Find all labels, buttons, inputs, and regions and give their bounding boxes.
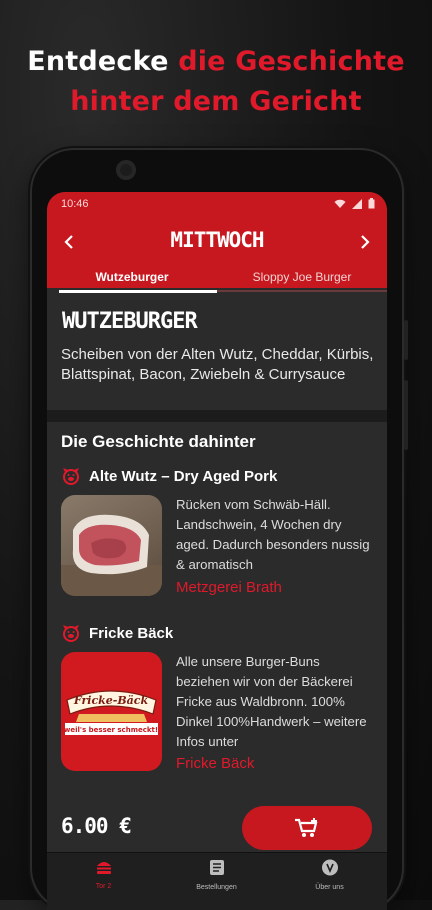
section-divider — [47, 410, 387, 422]
pork-image — [61, 495, 162, 596]
price-label: 6.00 € — [61, 814, 132, 838]
nav-bestellungen[interactable]: Bestellungen — [160, 859, 273, 891]
tab-sloppy-joe-burger[interactable]: Sloppy Joe Burger — [217, 270, 387, 284]
next-day-button[interactable] — [353, 230, 377, 254]
camera-icon — [116, 160, 136, 180]
promo-headline: Entdecke die Geschichte hinter dem Geric… — [0, 42, 432, 122]
story-item-1-link[interactable]: Metzgerei Brath — [176, 579, 282, 596]
story-item-2-title: Fricke Bäck — [89, 624, 174, 642]
app-header: 10:46 MITTWOCH Wutzeburger Sloppy Joe Bu… — [47, 192, 387, 296]
headline-part1: Entdecke — [27, 46, 179, 77]
day-title: MITTWOCH — [170, 228, 264, 252]
battery-icon — [368, 198, 375, 209]
story-item-2-text: Alle unsere Burger-Buns beziehen wir von… — [176, 654, 367, 749]
burger-description: Scheiben von der Alten Wutz, Cheddar, Kü… — [61, 346, 374, 383]
story-item-1-title: Alte Wutz – Dry Aged Pork — [89, 467, 278, 485]
tab-active-indicator — [59, 290, 217, 293]
nav-ueber-uns-label: Über uns — [315, 884, 344, 891]
story-item-2-header: Fricke Bäck — [61, 624, 173, 642]
svg-text:Fricke-Bäck: Fricke-Bäck — [73, 694, 149, 707]
status-bar: 10:46 — [47, 192, 387, 218]
headline-part2: die Geschichte — [178, 46, 405, 77]
pig-icon — [63, 468, 79, 485]
story-item-2-link[interactable]: Fricke Bäck — [176, 755, 254, 772]
story-item-1-text: Rücken vom Schwäb-Häll. Landschwein, 4 W… — [176, 497, 370, 572]
status-time: 10:46 — [61, 198, 89, 210]
fricke-baeck-logo: Fricke-Bäck weil's besser schmeckt! — [61, 652, 162, 771]
wifi-icon — [334, 199, 346, 208]
list-icon — [209, 860, 224, 875]
info-icon — [321, 859, 338, 876]
add-to-cart-button[interactable] — [242, 806, 372, 850]
nav-tor-2-label: Tor 2 — [95, 883, 112, 890]
burger-title: WUTZEBURGER — [62, 309, 198, 334]
headline-part3: hinter dem Gericht — [70, 86, 362, 117]
bottom-navigation: Tor 2 Bestellungen Über uns — [47, 852, 387, 910]
burger-icon — [96, 862, 111, 874]
svg-text:weil's besser schmeckt!: weil's besser schmeckt! — [64, 726, 158, 734]
signal-icon — [352, 198, 362, 209]
nav-tor-2[interactable]: Tor 2 — [47, 859, 160, 890]
story-section-title: Die Geschichte dahinter — [61, 432, 256, 451]
tab-wutzeburger[interactable]: Wutzeburger — [47, 270, 217, 284]
phone-volume-button — [404, 380, 408, 450]
story-item-1-header: Alte Wutz – Dry Aged Pork — [61, 467, 277, 485]
burger-tabs: Wutzeburger Sloppy Joe Burger — [47, 266, 387, 296]
title-bar: MITTWOCH — [47, 218, 387, 268]
app-screen: 10:46 MITTWOCH Wutzeburger Sloppy Joe Bu… — [47, 192, 387, 910]
pig-icon — [63, 625, 79, 642]
phone-frame: 10:46 MITTWOCH Wutzeburger Sloppy Joe Bu… — [32, 150, 408, 910]
phone-side-button — [404, 320, 408, 360]
add-to-cart-icon — [295, 818, 318, 837]
chevron-right-icon — [361, 235, 370, 249]
tab-track — [217, 290, 387, 292]
nav-ueber-uns[interactable]: Über uns — [273, 859, 386, 891]
nav-bestellungen-label: Bestellungen — [196, 884, 237, 891]
